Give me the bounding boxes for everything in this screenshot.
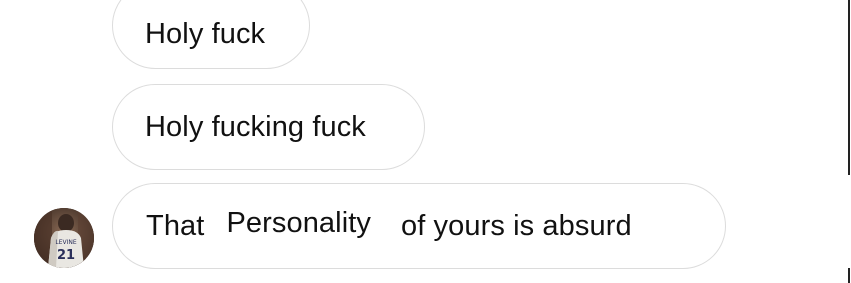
message-bubble[interactable]: Holy fuck xyxy=(112,0,310,69)
jersey-number: 21 xyxy=(57,248,75,263)
message-text: Holy fuck xyxy=(145,18,266,50)
divider xyxy=(848,0,850,175)
avatar[interactable]: LEVINE 21 xyxy=(34,208,94,268)
divider xyxy=(848,268,850,283)
message-thread: Holy fuck Holy fucking fuck That Persona… xyxy=(0,0,851,283)
edited-overlay-text: Personality xyxy=(212,200,387,250)
message-text-suffix: of yours is absurd xyxy=(401,209,632,242)
message-bubble[interactable]: That Personality of yours is absurd xyxy=(112,183,726,269)
message-text: Holy fucking fuck xyxy=(145,110,366,143)
message-bubble[interactable]: Holy fucking fuck xyxy=(112,84,425,170)
avatar-photo-icon: LEVINE 21 xyxy=(34,208,94,268)
jersey-name: LEVINE xyxy=(55,239,76,246)
message-text-prefix: That xyxy=(146,209,205,242)
